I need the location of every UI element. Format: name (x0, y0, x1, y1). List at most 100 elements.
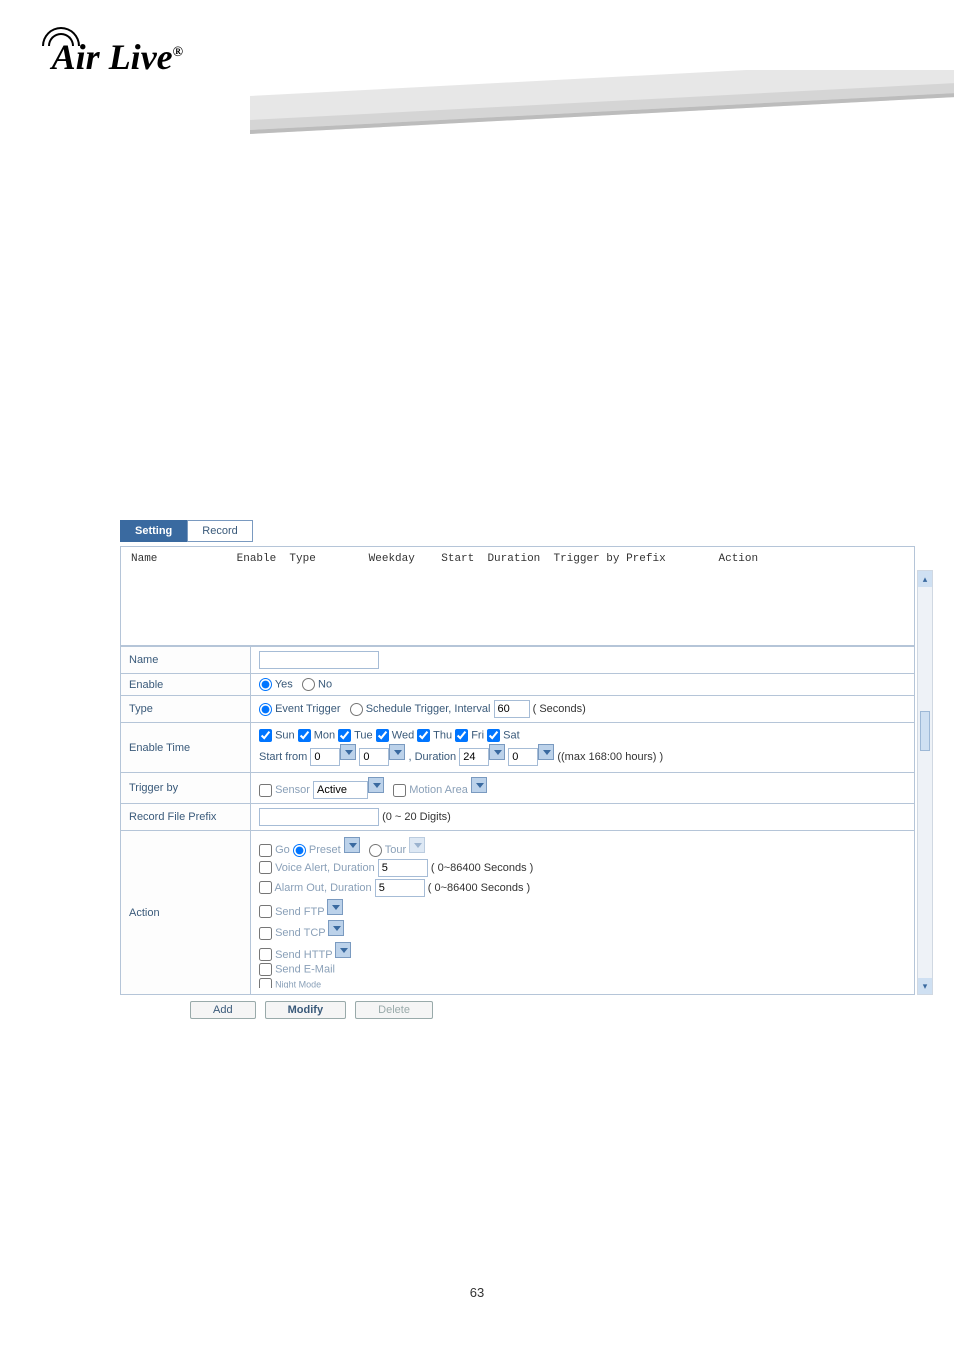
ftp-check[interactable] (259, 905, 272, 918)
alarm-input[interactable] (375, 879, 425, 897)
label-name: Name (121, 647, 251, 674)
label-type: Type (121, 696, 251, 723)
sensor-label: Sensor (275, 784, 310, 796)
day-wed[interactable] (376, 729, 389, 742)
frag-check[interactable] (259, 978, 272, 988)
preset-label: Preset (309, 844, 341, 856)
email-check[interactable] (259, 963, 272, 976)
tcp-dd[interactable] (328, 920, 344, 936)
alarm-label: Alarm Out, Duration (274, 882, 371, 894)
scrollbar[interactable]: ▴ ▾ (917, 570, 933, 995)
day-wed-label: Wed (392, 729, 414, 741)
enable-no-radio[interactable] (302, 678, 315, 691)
tour-dd[interactable] (409, 837, 425, 853)
http-check[interactable] (259, 948, 272, 961)
logo: Air Live® (42, 36, 242, 78)
day-fri-label: Fri (471, 729, 484, 741)
label-action: Action (121, 831, 251, 995)
sensor-dd[interactable] (368, 777, 384, 793)
voice-check[interactable] (259, 861, 272, 874)
http-label: Send HTTP (275, 949, 332, 961)
seconds-label: ( Seconds) (533, 703, 586, 715)
button-row: Add Modify Delete (120, 1001, 915, 1019)
tab-record[interactable]: Record (187, 520, 252, 542)
page-number: 63 (0, 1285, 954, 1300)
day-sun-label: Sun (275, 729, 295, 741)
email-label: Send E-Mail (275, 964, 335, 976)
ftp-label: Send FTP (275, 906, 324, 918)
go-label: Go (275, 844, 290, 856)
day-sun[interactable] (259, 729, 272, 742)
tcp-check[interactable] (259, 927, 272, 940)
delete-button[interactable]: Delete (355, 1001, 433, 1019)
label-enable-time: Enable Time (121, 723, 251, 773)
voice-hint: ( 0~86400 Seconds ) (431, 862, 533, 874)
type-schedule-radio[interactable] (350, 703, 363, 716)
start-hour-dd[interactable] (340, 744, 356, 760)
start-from-label: Start from (259, 751, 307, 763)
day-thu[interactable] (417, 729, 430, 742)
prefix-hint: (0 ~ 20 Digits) (382, 811, 451, 823)
scroll-thumb[interactable] (920, 711, 930, 751)
motion-dd[interactable] (471, 777, 487, 793)
label-enable: Enable (121, 674, 251, 696)
day-sat[interactable] (487, 729, 500, 742)
dur-hour[interactable] (459, 748, 489, 766)
scroll-down-icon[interactable]: ▾ (918, 978, 932, 994)
start-min-dd[interactable] (389, 744, 405, 760)
event-list: Name Enable Type Weekday Start Duration … (120, 546, 915, 646)
day-mon[interactable] (298, 729, 311, 742)
wifi-icon (42, 27, 78, 51)
tab-bar: Setting Record (120, 520, 915, 542)
sensor-check[interactable] (259, 784, 272, 797)
enable-yes-radio[interactable] (259, 678, 272, 691)
start-min[interactable] (359, 748, 389, 766)
enable-no-label: No (318, 678, 332, 690)
interval-input[interactable] (494, 700, 530, 718)
name-input[interactable] (259, 651, 379, 669)
enable-yes-label: Yes (275, 678, 293, 690)
label-trigger: Trigger by (121, 773, 251, 804)
max-hours-label: ((max 168:00 hours) ) (557, 751, 663, 763)
type-event-radio[interactable] (259, 703, 272, 716)
tab-setting[interactable]: Setting (120, 520, 187, 542)
ftp-dd[interactable] (327, 899, 343, 915)
header-stripe (250, 70, 954, 160)
day-mon-label: Mon (314, 729, 335, 741)
tour-radio[interactable] (369, 844, 382, 857)
frag-label: Night Mode (275, 980, 321, 989)
preset-radio[interactable] (293, 844, 306, 857)
motion-label: Motion Area (409, 784, 468, 796)
dur-min[interactable] (508, 748, 538, 766)
day-thu-label: Thu (433, 729, 452, 741)
day-tue[interactable] (338, 729, 351, 742)
type-schedule-label: Schedule Trigger, Interval (366, 703, 491, 715)
alarm-check[interactable] (259, 881, 272, 894)
logo-reg: ® (173, 45, 183, 60)
label-prefix: Record File Prefix (121, 804, 251, 831)
modify-button[interactable]: Modify (265, 1001, 346, 1019)
motion-check[interactable] (393, 784, 406, 797)
settings-panel: Setting Record Name Enable Type Weekday … (120, 520, 915, 1019)
voice-input[interactable] (378, 859, 428, 877)
start-hour[interactable] (310, 748, 340, 766)
duration-label: Duration (415, 751, 457, 763)
dur-min-dd[interactable] (538, 744, 554, 760)
go-check[interactable] (259, 844, 272, 857)
sensor-value[interactable] (313, 781, 368, 799)
day-tue-label: Tue (354, 729, 373, 741)
day-fri[interactable] (455, 729, 468, 742)
tcp-label: Send TCP (275, 927, 325, 939)
preset-dd[interactable] (344, 837, 360, 853)
alarm-hint: ( 0~86400 Seconds ) (428, 882, 530, 894)
type-event-label: Event Trigger (275, 703, 340, 715)
day-sat-label: Sat (503, 729, 520, 741)
add-button[interactable]: Add (190, 1001, 256, 1019)
prefix-input[interactable] (259, 808, 379, 826)
modify-button-label: Modify (288, 1004, 323, 1016)
tour-label: Tour (385, 844, 406, 856)
settings-table: Name Enable Yes No Type Event Trigger (120, 646, 915, 995)
dur-hour-dd[interactable] (489, 744, 505, 760)
http-dd[interactable] (335, 942, 351, 958)
scroll-up-icon[interactable]: ▴ (918, 571, 932, 587)
